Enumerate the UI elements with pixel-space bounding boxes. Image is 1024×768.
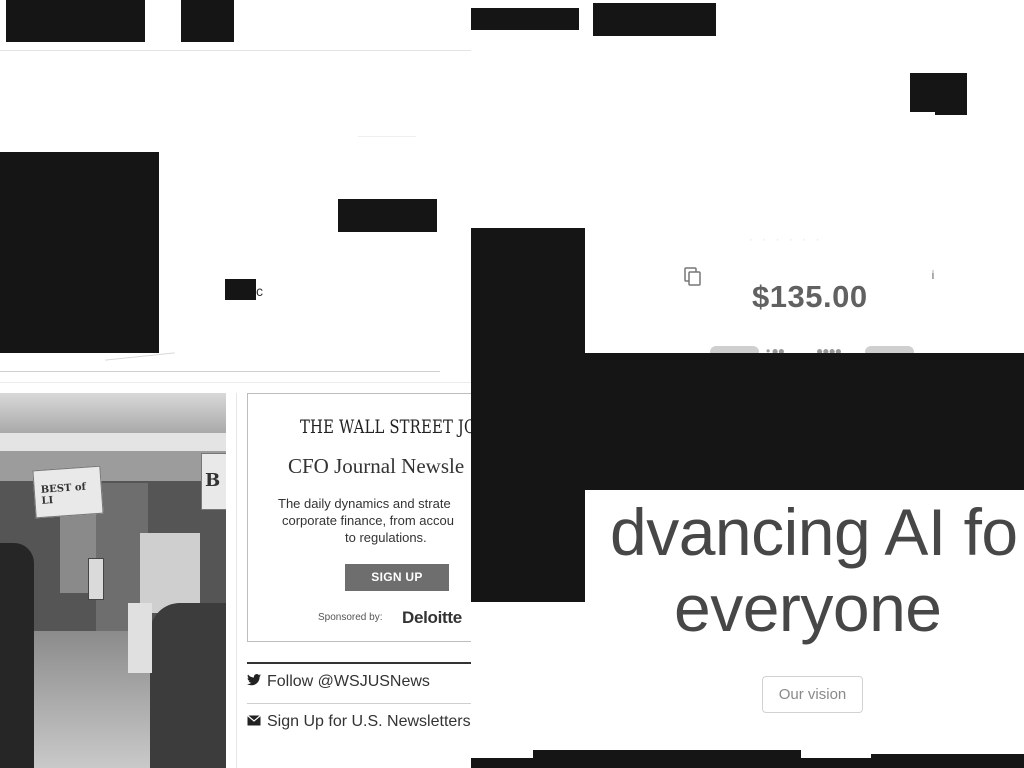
redacted-icon-block bbox=[935, 108, 967, 115]
link-divider bbox=[247, 662, 471, 664]
faint-sketch-line bbox=[105, 352, 175, 361]
newsletter-ad: THE WALL STREET JOURN CFO Journal Newsle… bbox=[247, 393, 471, 642]
redacted-icon-block[interactable] bbox=[910, 73, 967, 112]
newsletter-signup-link[interactable]: Sign Up for U.S. Newsletters a bbox=[247, 713, 471, 731]
left-panel: c BEST of LI B THE WALL STREET JOURN CFO… bbox=[0, 0, 471, 768]
section-divider bbox=[0, 382, 471, 383]
redacted-footer-block bbox=[871, 754, 1024, 768]
redacted-nav-block bbox=[6, 0, 145, 42]
redacted-image bbox=[0, 152, 159, 353]
redacted-nav-block bbox=[593, 3, 716, 36]
redacted-image bbox=[471, 228, 585, 602]
ad-description-line: to regulations. bbox=[345, 530, 427, 545]
link-divider bbox=[247, 703, 471, 704]
redacted-footer-block bbox=[471, 758, 533, 768]
storefront-sign-text: B bbox=[205, 470, 221, 491]
copy-icon[interactable] bbox=[683, 266, 703, 288]
text-fragment: c bbox=[256, 283, 263, 299]
newsletter-link-label: Sign Up for U.S. Newsletters a bbox=[267, 713, 471, 730]
ad-description-line: The daily dynamics and strate bbox=[278, 496, 451, 511]
storefront-photo: BEST of LI B bbox=[0, 393, 226, 768]
hero-title-line: dvancing AI fo bbox=[610, 495, 1018, 569]
sponsor-label: Sponsored by: bbox=[318, 612, 383, 623]
section-divider bbox=[0, 371, 440, 372]
our-vision-button[interactable]: Our vision bbox=[762, 676, 863, 713]
right-panel: · · · · · · i $135.00 • ●● ●●●● dvancing… bbox=[471, 0, 1024, 768]
redacted-nav-block bbox=[471, 8, 579, 30]
ad-title: CFO Journal Newsle bbox=[288, 454, 465, 478]
signup-button[interactable]: SIGN UP bbox=[345, 564, 449, 591]
redacted-footer-block bbox=[533, 750, 801, 768]
ad-masthead: THE WALL STREET JOURN bbox=[300, 416, 471, 438]
header-divider bbox=[0, 50, 471, 51]
follow-link-label: Follow @WSJUSNews bbox=[267, 673, 430, 690]
product-price: $135.00 bbox=[752, 279, 868, 314]
storefront-sign-text: BEST of LI bbox=[40, 481, 87, 507]
follow-twitter-link[interactable]: Follow @WSJUSNews bbox=[247, 673, 430, 691]
ad-description: The daily dynamics and strate corporate … bbox=[278, 495, 471, 546]
redacted-text bbox=[225, 279, 256, 300]
twitter-icon bbox=[247, 674, 261, 689]
sponsor-logo[interactable]: Deloitte bbox=[402, 608, 462, 628]
column-divider bbox=[236, 393, 237, 768]
faint-label: · · · · · · bbox=[749, 232, 823, 246]
info-icon[interactable]: i bbox=[923, 265, 943, 285]
redacted-nav-block bbox=[181, 0, 234, 42]
redacted-button[interactable] bbox=[338, 199, 437, 232]
redacted-banner bbox=[585, 353, 1024, 490]
redacted-footer-block bbox=[801, 758, 871, 768]
ad-description-line: corporate finance, from accou bbox=[282, 513, 454, 528]
faint-line bbox=[358, 136, 416, 137]
mail-icon bbox=[247, 714, 261, 729]
hero-title-line: everyone bbox=[674, 571, 942, 645]
